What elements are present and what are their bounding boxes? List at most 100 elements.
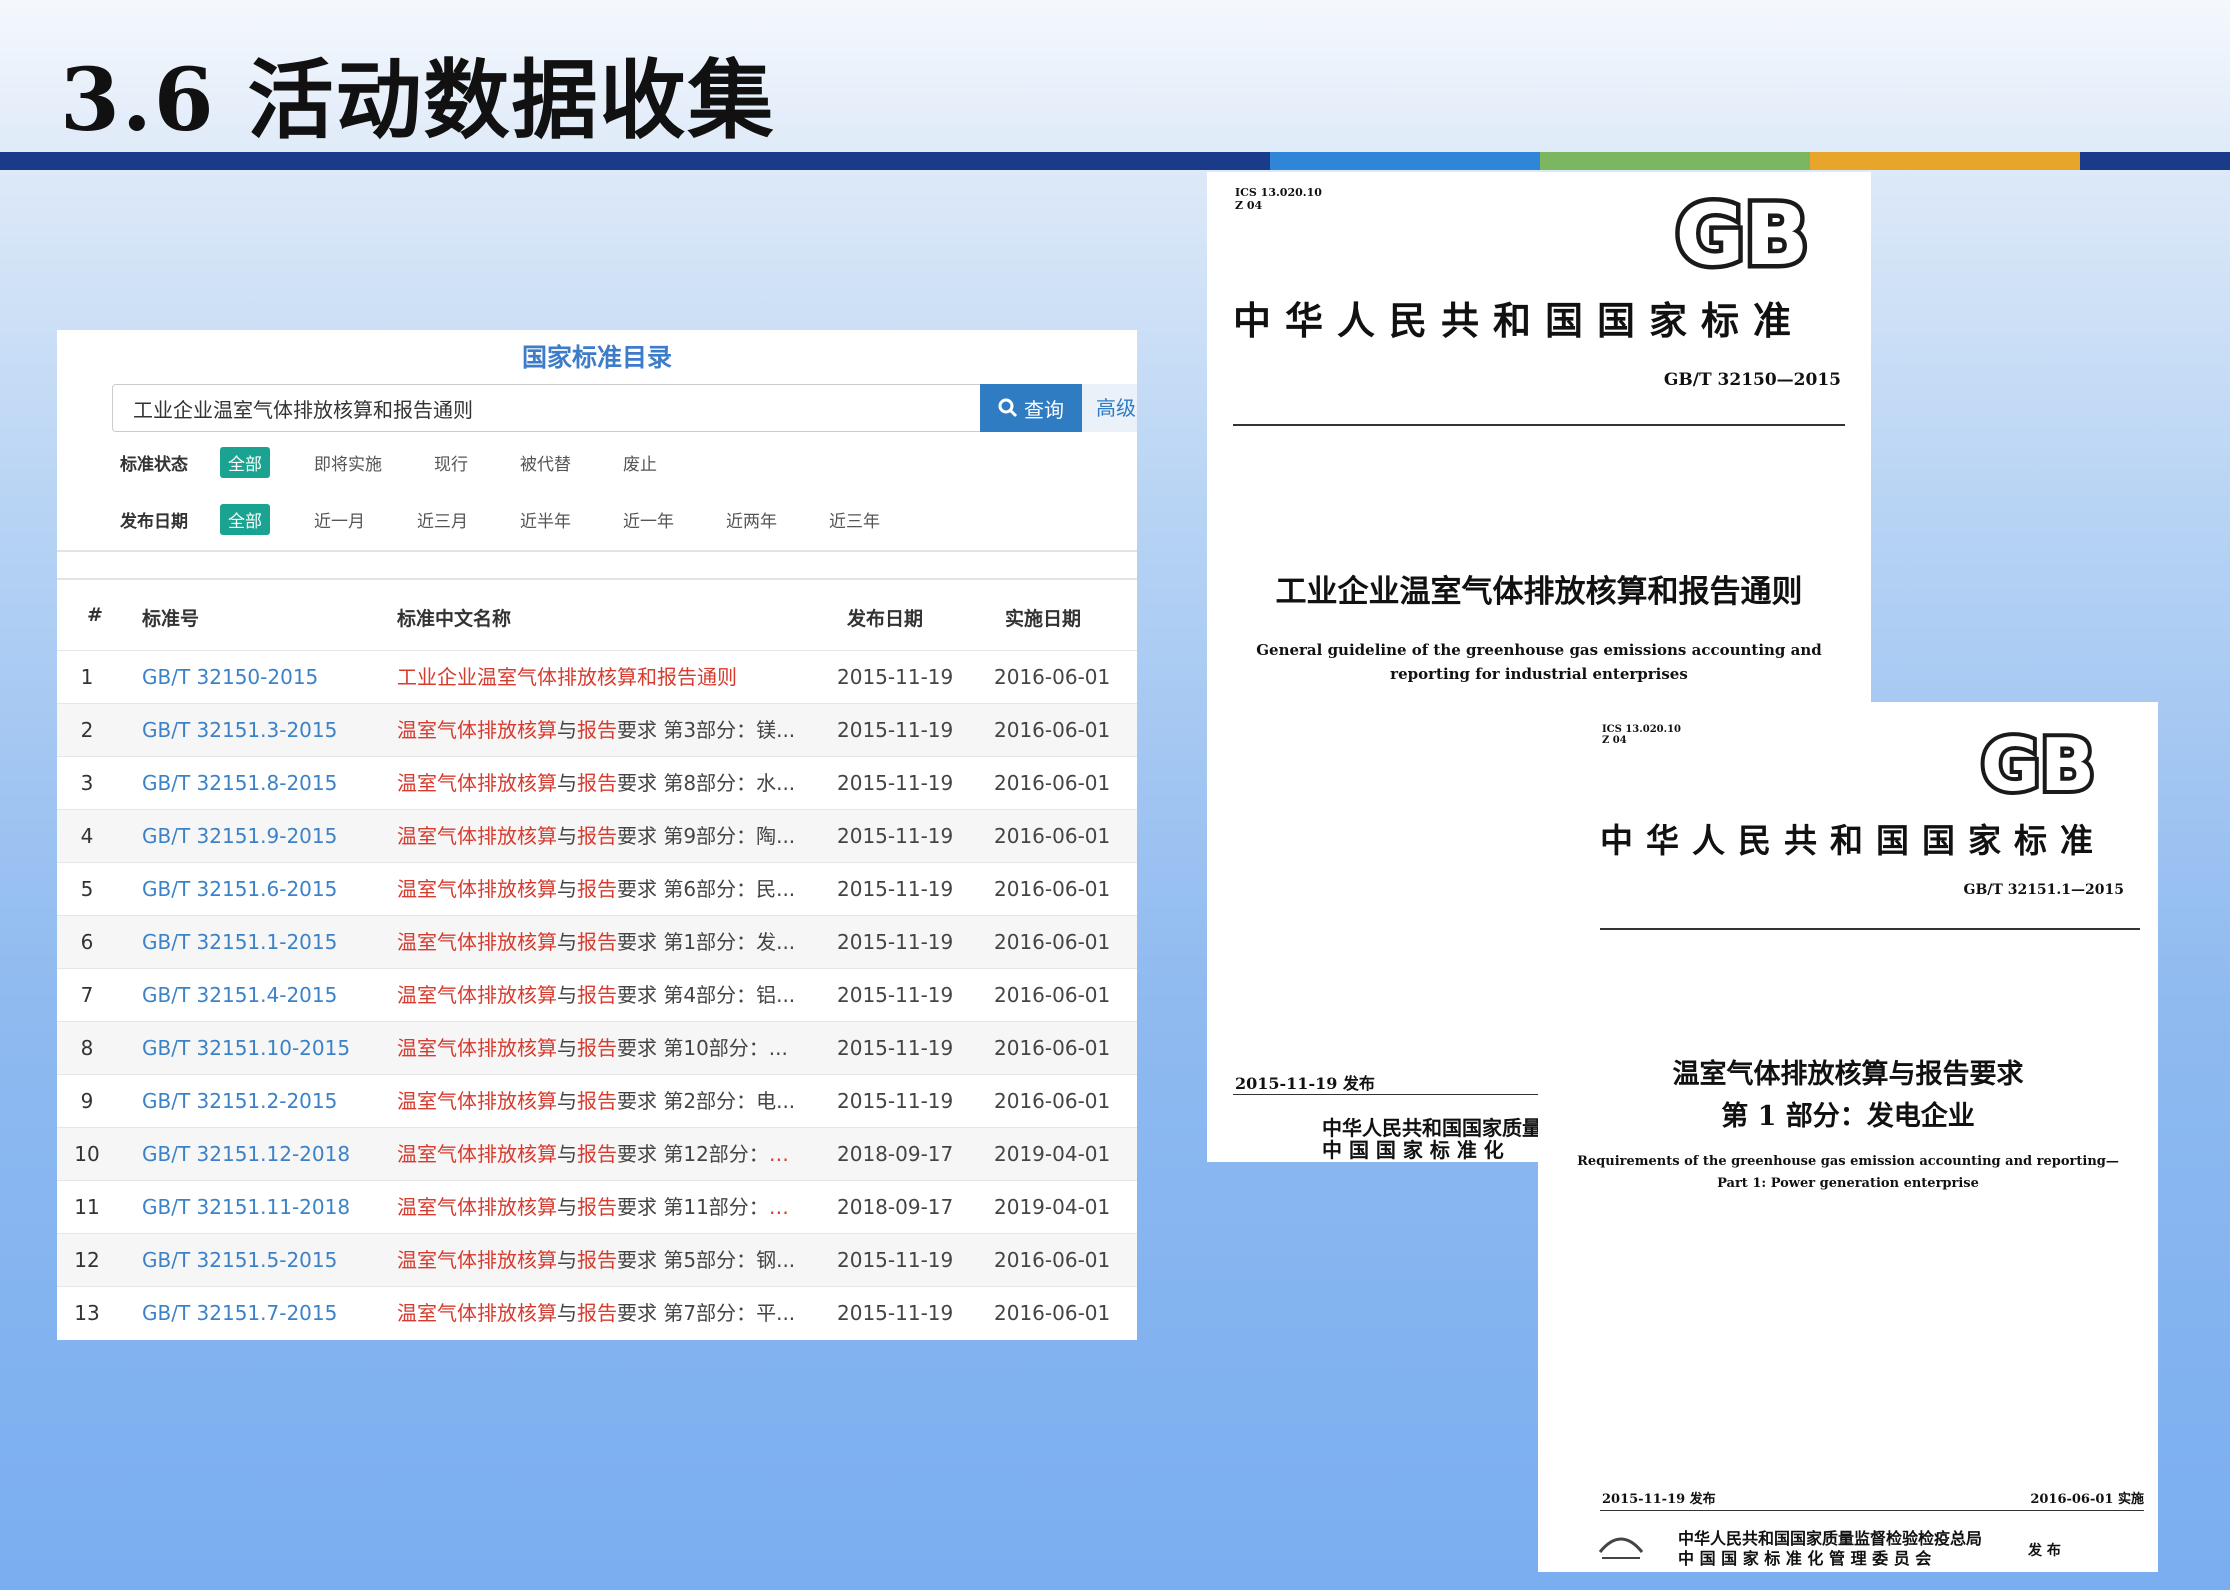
search-icon bbox=[998, 398, 1018, 418]
status-chip-abolished[interactable]: 废止 bbox=[615, 447, 665, 478]
cover-rule bbox=[1233, 424, 1845, 426]
standard-name-link[interactable]: 温室气体排放核算与报告要求 第1部分：发... bbox=[397, 916, 797, 968]
date-chip-1y[interactable]: 近一年 bbox=[615, 504, 682, 535]
standard-code-link[interactable]: GB/T 32151.9-2015 bbox=[142, 810, 337, 862]
date-chip-1m[interactable]: 近一月 bbox=[306, 504, 373, 535]
row-index: 3 bbox=[80, 771, 94, 795]
standard-name-link[interactable]: 温室气体排放核算与报告要求 第12部分：纺... bbox=[397, 1128, 797, 1180]
standard-name-link[interactable]: 温室气体排放核算与报告要求 第4部分：铝... bbox=[397, 969, 797, 1021]
advanced-search-button[interactable]: 高级 bbox=[1082, 384, 1137, 432]
table-row[interactable]: 7 GB/T 32151.4-2015 温室气体排放核算与报告要求 第4部分：铝..… bbox=[57, 968, 1137, 1021]
standard-code-link[interactable]: GB/T 32151.2-2015 bbox=[142, 1075, 337, 1127]
table-row[interactable]: 10 GB/T 32151.12-2018 温室气体排放核算与报告要求 第12部分：… bbox=[57, 1127, 1137, 1180]
cover-header: 中华人民共和国国家标准 bbox=[1600, 821, 2106, 860]
search-button-label: 查询 bbox=[1024, 397, 1064, 422]
standard-code-link[interactable]: GB/T 32150-2015 bbox=[142, 651, 318, 703]
standard-code-link[interactable]: GB/T 32151.11-2018 bbox=[142, 1181, 350, 1233]
standard-name-link[interactable]: 温室气体排放核算与报告要求 第3部分：镁... bbox=[397, 704, 797, 756]
standard-code-link[interactable]: GB/T 32151.6-2015 bbox=[142, 863, 337, 915]
standard-name-link[interactable]: 温室气体排放核算与报告要求 第5部分：钢... bbox=[397, 1234, 797, 1286]
date-filter-label: 发布日期 bbox=[120, 511, 188, 532]
search-button[interactable]: 查询 bbox=[980, 384, 1082, 432]
standard-code-link[interactable]: GB/T 32151.12-2018 bbox=[142, 1128, 350, 1180]
standard-name-link[interactable]: 温室气体排放核算与报告要求 第10部分：... bbox=[397, 1022, 797, 1074]
publish-date: 2015-11-19 bbox=[837, 771, 954, 795]
search-input[interactable] bbox=[112, 384, 1032, 432]
standard-code-link[interactable]: GB/T 32151.3-2015 bbox=[142, 704, 337, 756]
row-index: 11 bbox=[74, 1195, 100, 1219]
publish-date: 2015-11-19 bbox=[837, 930, 954, 954]
publish-date: 2015-11-19 bbox=[837, 718, 954, 742]
date-chip-all[interactable]: 全部 bbox=[220, 503, 270, 535]
table-row[interactable]: 9 GB/T 32151.2-2015 温室气体排放核算与报告要求 第2部分：电..… bbox=[57, 1074, 1137, 1127]
standard-name-link[interactable]: 温室气体排放核算与报告要求 第8部分：水... bbox=[397, 757, 797, 809]
table-row[interactable]: 2 GB/T 32151.3-2015 温室气体排放核算与报告要求 第3部分：镁..… bbox=[57, 703, 1137, 756]
status-filter: 标准状态 全部 即将实施 现行 被代替 废止 bbox=[120, 445, 701, 479]
standard-code-link[interactable]: GB/T 32151.10-2015 bbox=[142, 1022, 350, 1074]
cover-title-line2: 第 1 部分：发电企业 bbox=[1721, 1101, 1975, 1132]
implement-date: 2016-06-01 bbox=[994, 930, 1111, 954]
implement-date: 2016-06-01 bbox=[994, 1248, 1111, 1272]
table-row[interactable]: 4 GB/T 32151.9-2015 温室气体排放核算与报告要求 第9部分：陶..… bbox=[57, 809, 1137, 862]
table-row[interactable]: 5 GB/T 32151.6-2015 温室气体排放核算与报告要求 第6部分：民..… bbox=[57, 862, 1137, 915]
implement-date: 2019-04-01 bbox=[994, 1195, 1111, 1219]
col-header-index: # bbox=[87, 604, 103, 626]
panel-divider bbox=[57, 578, 1137, 580]
standard-code-link[interactable]: GB/T 32151.4-2015 bbox=[142, 969, 337, 1021]
standard-code-link[interactable]: GB/T 32151.1-2015 bbox=[142, 916, 337, 968]
ics-code: ICS 13.020.10 Z 04 bbox=[1235, 186, 1322, 212]
publish-date: 2015-11-19 bbox=[837, 1301, 954, 1325]
standard-name-link[interactable]: 温室气体排放核算与报告要求 第6部分：民... bbox=[397, 863, 797, 915]
slide-title: 3.6 活动数据收集 bbox=[60, 50, 776, 151]
ics-code: ICS 13.020.10 Z 04 bbox=[1602, 724, 1682, 746]
implement-date: 2016-06-01 bbox=[994, 1301, 1111, 1325]
status-chip-current[interactable]: 现行 bbox=[426, 447, 476, 478]
date-chip-3y[interactable]: 近三年 bbox=[821, 504, 888, 535]
table-row[interactable]: 11 GB/T 32151.11-2018 温室气体排放核算与报告要求 第11部分：… bbox=[57, 1180, 1137, 1233]
table-row[interactable]: 12 GB/T 32151.5-2015 温室气体排放核算与报告要求 第5部分：钢.… bbox=[57, 1233, 1137, 1286]
standard-code-link[interactable]: GB/T 32151.8-2015 bbox=[142, 757, 337, 809]
date-chip-2y[interactable]: 近两年 bbox=[718, 504, 785, 535]
gb-logo: GB GB bbox=[1671, 192, 1813, 274]
publish-date: 2015-11-19 bbox=[837, 824, 954, 848]
standard-name-link[interactable]: 温室气体排放核算与报告要求 第2部分：电... bbox=[397, 1075, 797, 1127]
table-row[interactable]: 6 GB/T 32151.1-2015 温室气体排放核算与报告要求 第1部分：发..… bbox=[57, 915, 1137, 968]
status-chip-all[interactable]: 全部 bbox=[220, 446, 270, 478]
table-row[interactable]: 13 GB/T 32151.7-2015 温室气体排放核算与报告要求 第7部分：平.… bbox=[57, 1286, 1137, 1339]
status-chip-replaced[interactable]: 被代替 bbox=[512, 447, 579, 478]
date-chip-3m[interactable]: 近三月 bbox=[409, 504, 476, 535]
cover-title: 工业企业温室气体排放核算和报告通则 bbox=[1275, 574, 1803, 610]
table-row[interactable]: 3 GB/T 32151.8-2015 温室气体排放核算与报告要求 第8部分：水..… bbox=[57, 756, 1137, 809]
color-bar-segment bbox=[1540, 152, 1810, 170]
cover-english-title: General guideline of the greenhouse gas … bbox=[1256, 641, 1822, 683]
cover-english-line2: Part 1: Power generation enterprise bbox=[1717, 1176, 1979, 1191]
date-chip-6m[interactable]: 近半年 bbox=[512, 504, 579, 535]
standard-name-link[interactable]: 工业企业温室气体排放核算和报告通则 bbox=[397, 651, 797, 703]
table-row[interactable]: 1 GB/T 32150-2015 工业企业温室气体排放核算和报告通则 2015-11… bbox=[57, 650, 1137, 703]
standard-name-link[interactable]: 温室气体排放核算与报告要求 第11部分：煤... bbox=[397, 1181, 797, 1233]
cover-rule bbox=[1600, 928, 2140, 930]
standard-name-link[interactable]: 温室气体排放核算与报告要求 第7部分：平... bbox=[397, 1287, 797, 1339]
date-filter: 发布日期 全部 近一月 近三月 近半年 近一年 近两年 近三年 bbox=[120, 502, 924, 536]
row-index: 9 bbox=[80, 1089, 94, 1113]
standard-code-link[interactable]: GB/T 32151.7-2015 bbox=[142, 1287, 337, 1339]
status-filter-label: 标准状态 bbox=[120, 454, 188, 475]
publish-date: 2015-11-19 bbox=[837, 1248, 954, 1272]
status-chip-upcoming[interactable]: 即将实施 bbox=[306, 447, 390, 478]
row-index: 2 bbox=[80, 718, 94, 742]
row-index: 13 bbox=[74, 1301, 100, 1325]
standard-name-link[interactable]: 温室气体排放核算与报告要求 第9部分：陶... bbox=[397, 810, 797, 862]
table-row[interactable]: 8 GB/T 32151.10-2015 温室气体排放核算与报告要求 第10部分：.… bbox=[57, 1021, 1137, 1074]
col-header-code: 标准号 bbox=[142, 608, 200, 630]
publish-date: 2015-11-19 发布 bbox=[1235, 1074, 1375, 1093]
implement-date: 2019-04-01 bbox=[994, 1142, 1111, 1166]
cover-english-line1: Requirements of the greenhouse gas emiss… bbox=[1577, 1154, 2119, 1169]
issuer-line2: 中 国 国 家 标 准 化 bbox=[1322, 1138, 1504, 1162]
implement-date: 2016-06-01 bbox=[994, 983, 1111, 1007]
row-index: 7 bbox=[80, 983, 94, 1007]
issuer-line2: 中 国 国 家 标 准 化 管 理 委 员 会 bbox=[1678, 1549, 1932, 1568]
publish-date: 2015-11-19 bbox=[837, 1089, 954, 1113]
issuer-line1: 中华人民共和国国家质量监督检验检疫总局 bbox=[1678, 1529, 1983, 1548]
row-index: 6 bbox=[80, 930, 94, 954]
standard-code-link[interactable]: GB/T 32151.5-2015 bbox=[142, 1234, 337, 1286]
